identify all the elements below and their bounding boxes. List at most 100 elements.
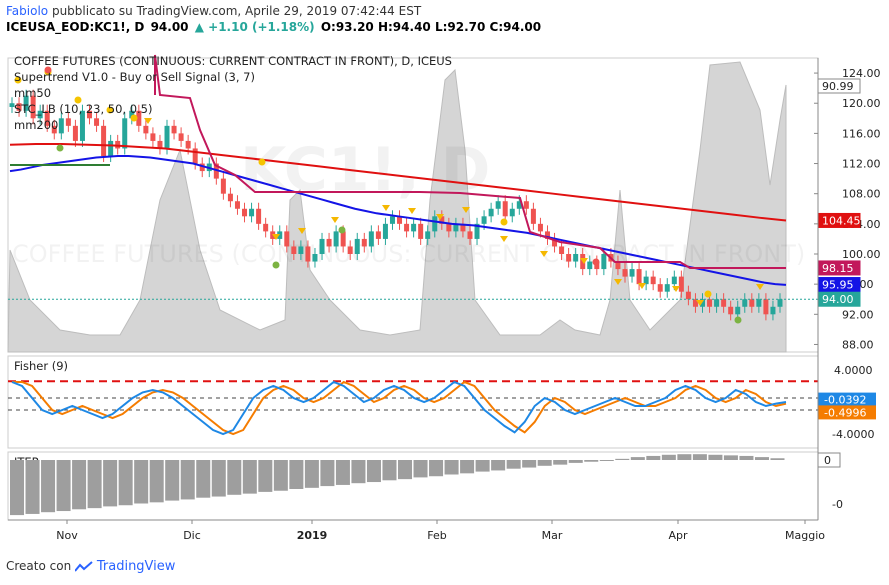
x-tick-label: 2019 <box>297 529 328 542</box>
candle-body <box>326 238 332 247</box>
buy-dot-marker <box>734 316 742 324</box>
x-tick-label: Feb <box>427 529 446 542</box>
iter-bar <box>770 458 785 460</box>
iter-bar <box>661 454 676 460</box>
iter-bar <box>87 460 102 509</box>
watermark: KC1!, D <box>240 135 490 205</box>
candle-body <box>375 231 381 239</box>
iter-bar <box>72 460 87 510</box>
candle-body <box>234 201 240 209</box>
chart-canvas[interactable]: KC1!, D COFFEE FUTURES (CONTINUOUS: CURRE… <box>0 0 889 585</box>
candle-body <box>742 299 748 307</box>
iter-bar <box>739 455 754 460</box>
buy-dot-marker <box>338 226 346 234</box>
candle-body <box>94 118 100 126</box>
y-tick-label: 124.00 <box>842 67 881 80</box>
iter-bar <box>568 460 583 463</box>
y-tick-label: 116.00 <box>842 127 881 140</box>
fisher-panel <box>7 355 819 449</box>
iter-bar <box>320 460 335 487</box>
iter-bar <box>429 460 444 477</box>
candle-body <box>298 246 304 254</box>
iter-bar <box>211 460 226 497</box>
iter-bar <box>10 460 25 516</box>
iter-bar <box>165 460 180 501</box>
trigger-value: -0.4996 <box>824 406 866 419</box>
iter-tick: -0 <box>832 498 843 511</box>
iter-bar <box>646 455 661 460</box>
iter-bar <box>692 454 707 460</box>
tradingview-link[interactable]: TradingView <box>97 559 176 574</box>
candle-body <box>573 254 579 262</box>
legend-entry: mm200 <box>14 118 58 132</box>
candle-body <box>559 246 565 254</box>
iter-bar <box>723 455 738 460</box>
x-tick-label: Mar <box>542 529 563 542</box>
candle-body <box>361 238 367 247</box>
candle-body <box>601 254 607 270</box>
candle-body <box>291 246 297 254</box>
candle-body <box>108 140 114 156</box>
candle-body <box>150 133 156 141</box>
x-tick-label: Nov <box>56 529 78 542</box>
iter-bar <box>475 460 490 472</box>
dot-marker <box>704 290 712 298</box>
candle-body <box>65 118 71 126</box>
iter-bar <box>149 460 164 503</box>
iter-bar <box>351 460 366 484</box>
candle-body <box>770 306 776 315</box>
candle-body <box>171 125 177 134</box>
candle-body <box>566 254 572 262</box>
iter-bar <box>491 460 506 471</box>
iter-bar <box>506 460 521 469</box>
tradingview-logo-icon <box>74 560 93 573</box>
candle-body <box>763 299 769 315</box>
candle-body <box>220 178 226 194</box>
created-with: Creato con <box>6 559 72 573</box>
iter-bar <box>413 460 428 478</box>
dot-marker <box>500 218 508 226</box>
candle-body <box>678 276 684 292</box>
candle-body <box>657 284 663 292</box>
iter-bar <box>258 460 273 492</box>
x-tick-label: Dic <box>183 529 201 542</box>
iter-bar <box>56 460 71 512</box>
candle-body <box>319 238 325 254</box>
fisher-title: Fisher (9) <box>14 359 68 373</box>
candle-body <box>502 201 508 217</box>
candle-body <box>629 269 635 277</box>
candle-body <box>714 299 720 307</box>
candle-body <box>58 118 64 134</box>
iter-bar <box>273 460 288 491</box>
iter-bar <box>335 460 350 485</box>
iter-bar <box>134 460 149 504</box>
main-title: COFFEE FUTURES (CONTINUOUS: CURRENT CONT… <box>14 54 452 68</box>
iter-bar <box>460 460 475 474</box>
watermark-sub: COFFEE FUTURES (CONTINUOUS: CURRENT CONT… <box>12 240 805 268</box>
price-label: 94.00 <box>822 293 854 306</box>
candle-body <box>242 208 248 217</box>
x-tick-label: Apr <box>668 529 688 542</box>
legend-entry: Supertrend V1.0 - Buy or Sell Signal (3,… <box>14 70 255 84</box>
price-label: 95.95 <box>822 279 854 292</box>
dot-marker <box>592 258 600 266</box>
candle-body <box>622 269 628 277</box>
iter-tick: 0 <box>824 454 831 467</box>
candle-body <box>143 125 149 134</box>
candle-body <box>749 299 755 307</box>
candle-body <box>249 208 255 217</box>
candle-body <box>721 299 727 307</box>
fisher-value: -0.0392 <box>824 394 866 407</box>
candle-body <box>636 269 642 285</box>
buy-dot-marker <box>272 261 280 269</box>
candle-body <box>685 291 691 300</box>
candle-body <box>192 148 198 164</box>
candle-body <box>284 231 290 247</box>
candle-body <box>756 299 762 307</box>
candle-body <box>333 231 339 247</box>
iter-bar <box>615 458 630 460</box>
candle-body <box>418 223 424 239</box>
iter-bar <box>584 460 599 462</box>
iter-bar <box>242 460 257 494</box>
candle-body <box>389 216 395 224</box>
